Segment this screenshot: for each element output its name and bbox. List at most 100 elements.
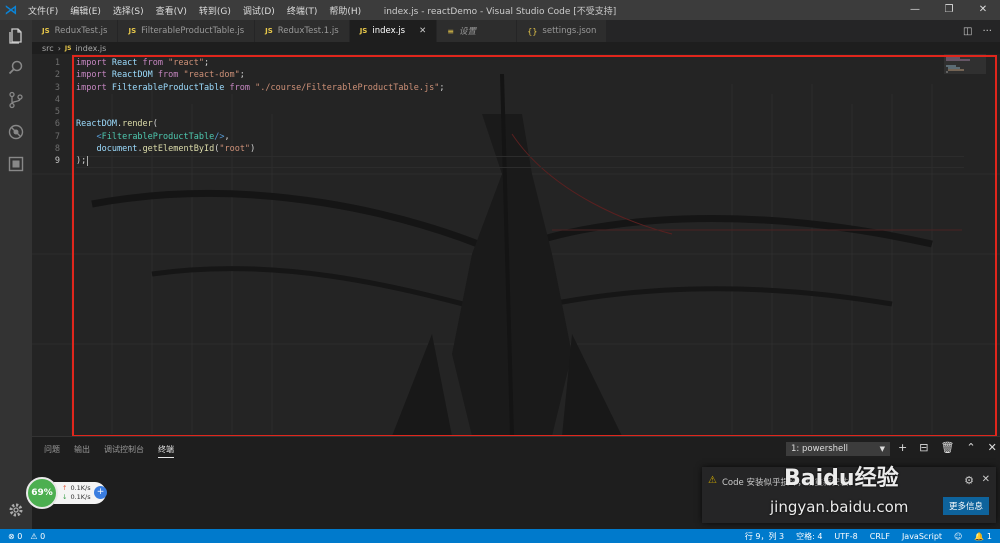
code-line[interactable]: import FilterableProductTable from "./co… [76,82,444,94]
line-number-current: 9 [54,156,60,167]
warning-icon: ⚠ [30,531,38,541]
code-editor[interactable]: 1 2 3 4 5 6 7 8 9 import React from "rea… [32,54,1000,436]
tab-index-js[interactable]: JS index.js ✕ [349,20,438,42]
js-file-icon: JS [359,27,368,35]
tab-filterableproducttable[interactable]: JS FilterableProductTable.js [118,20,256,42]
cursor-position[interactable]: 行 9，列 3 [745,531,784,542]
line-number: 1 [54,58,60,68]
errors-status[interactable]: ⊗ 0 [8,532,22,541]
breadcrumb-separator: › [57,43,61,53]
notification-count: 1 [986,531,992,541]
kill-terminal-button[interactable]: 🗑 [940,441,954,454]
maximize-button[interactable]: ❐ [932,0,966,20]
close-window-button[interactable]: ✕ [966,0,1000,20]
line-number-gutter: 1 2 3 4 5 6 7 8 9 [32,54,74,168]
split-editor-icon[interactable]: ◫ [963,26,972,37]
network-speed-widget[interactable]: ↑ 0.1K/s ↓ 0.1K/s 69% + [26,477,110,509]
language-mode[interactable]: JavaScript [902,532,942,541]
title-bar: ⋊ 文件(F) 编辑(E) 选择(S) 查看(V) 转到(G) 调试(D) 终端… [0,0,1000,20]
breadcrumb-folder[interactable]: src [42,44,54,53]
panel-tab-output[interactable]: 输出 [74,444,90,458]
maximize-panel-button[interactable]: ⌃ [966,441,975,454]
line-number: 8 [54,144,60,155]
menu-terminal[interactable]: 终端(T) [281,4,324,17]
line-number: 6 [54,119,60,130]
code-lines[interactable]: import React from "react"; import ReactDO… [76,57,444,168]
indentation[interactable]: 空格: 4 [796,531,822,542]
bell-icon: 🔔 [974,531,985,541]
breadcrumb-file[interactable]: index.js [75,44,106,53]
js-file-icon: JS [265,27,273,35]
upload-speed: 0.1K/s [70,484,91,492]
line-number: 4 [54,94,60,105]
menu-help[interactable]: 帮助(H) [323,4,367,17]
minimap[interactable] [944,54,986,436]
error-count: 0 [17,531,23,541]
tab-label: ReduxTest.js [54,26,108,36]
editor-tabs: JS ReduxTest.js JS FilterableProductTable.… [32,20,1000,42]
menu-go[interactable]: 转到(G) [193,4,237,17]
notification-gear-icon[interactable]: ⚙ [964,474,974,487]
explorer-icon[interactable] [0,20,32,52]
line-ending[interactable]: CRLF [870,532,890,541]
code-line[interactable]: import ReactDOM from "react-dom"; [76,69,444,81]
code-line[interactable]: import React from "react"; [76,57,444,69]
code-line[interactable]: ReactDOM.render( [76,118,444,130]
close-panel-button[interactable]: ✕ [988,441,997,454]
code-line[interactable]: <FilterableProductTable/>, [76,131,444,143]
warning-icon: ⚠ [708,475,717,486]
debug-icon[interactable] [0,116,32,148]
menu-selection[interactable]: 选择(S) [107,4,150,17]
terminal-select[interactable]: 1: powershell ▼ [786,442,890,456]
line-number: 3 [54,82,60,93]
feedback-smiley-icon[interactable]: ☺ [954,532,962,541]
menu-debug[interactable]: 调试(D) [237,4,281,17]
notification-close-icon[interactable]: ✕ [982,474,990,485]
split-terminal-button[interactable]: ⊟ [919,441,928,454]
notifications-status[interactable]: 🔔 1 [974,532,992,541]
tab-settings[interactable]: ≡ 设置 [437,20,518,42]
code-line[interactable] [76,94,444,106]
tab-label: index.js [372,26,406,36]
text-cursor [87,156,89,167]
tab-reduxtest-1[interactable]: JS ReduxTest.1.js [255,20,350,42]
minimize-button[interactable]: — [898,0,932,20]
status-bar: ⊗ 0 ⚠ 0 行 9，列 3 空格: 4 UTF-8 CRLF JavaScr… [0,529,1000,543]
line-number: 5 [54,107,60,118]
upload-arrow-icon: ↑ [62,484,68,492]
menu-view[interactable]: 查看(V) [150,4,193,17]
more-actions-icon[interactable]: ··· [982,26,992,37]
new-terminal-button[interactable]: + [898,441,907,454]
terminal-select-value: 1: powershell [791,444,849,454]
js-file-icon: JS [64,44,72,52]
extensions-icon[interactable] [0,148,32,180]
menu-file[interactable]: 文件(F) [22,4,64,17]
line-number: 7 [54,131,60,142]
warnings-status[interactable]: ⚠ 0 [30,532,45,541]
vscode-logo-icon: ⋊ [4,2,18,18]
activity-bar [0,20,32,529]
menu-edit[interactable]: 编辑(E) [64,4,107,17]
source-control-icon[interactable] [0,84,32,116]
error-icon: ⊗ [8,531,15,541]
tab-label: FilterableProductTable.js [141,26,245,36]
breadcrumb: src › JS index.js [32,42,106,54]
more-info-button[interactable]: 更多信息 [942,497,989,515]
code-line[interactable] [76,106,444,118]
tab-reduxtest[interactable]: JS ReduxTest.js [32,20,119,42]
encoding[interactable]: UTF-8 [834,532,857,541]
boost-plus-icon[interactable]: + [94,486,107,499]
code-line[interactable]: ); [76,155,444,167]
panel-tab-problems[interactable]: 问题 [44,444,60,458]
tab-settings-json[interactable]: {} settings.json [517,20,608,42]
code-line[interactable]: document.getElementById("root") [76,143,444,155]
tab-label: 设置 [458,27,476,37]
line-number: 2 [54,70,60,81]
menu-bar: 文件(F) 编辑(E) 选择(S) 查看(V) 转到(G) 调试(D) 终端(T… [22,4,367,17]
notification-toast: ⚠ Code 安装似乎损坏，请重新安装。 ⚙ ✕ 更多信息 [702,467,996,523]
panel-tab-debug-console[interactable]: 调试控制台 [104,444,144,458]
settings-file-icon: ≡ [447,26,454,36]
panel-tab-terminal[interactable]: 终端 [158,444,174,458]
close-tab-icon[interactable]: ✕ [419,26,426,36]
search-icon[interactable] [0,52,32,84]
